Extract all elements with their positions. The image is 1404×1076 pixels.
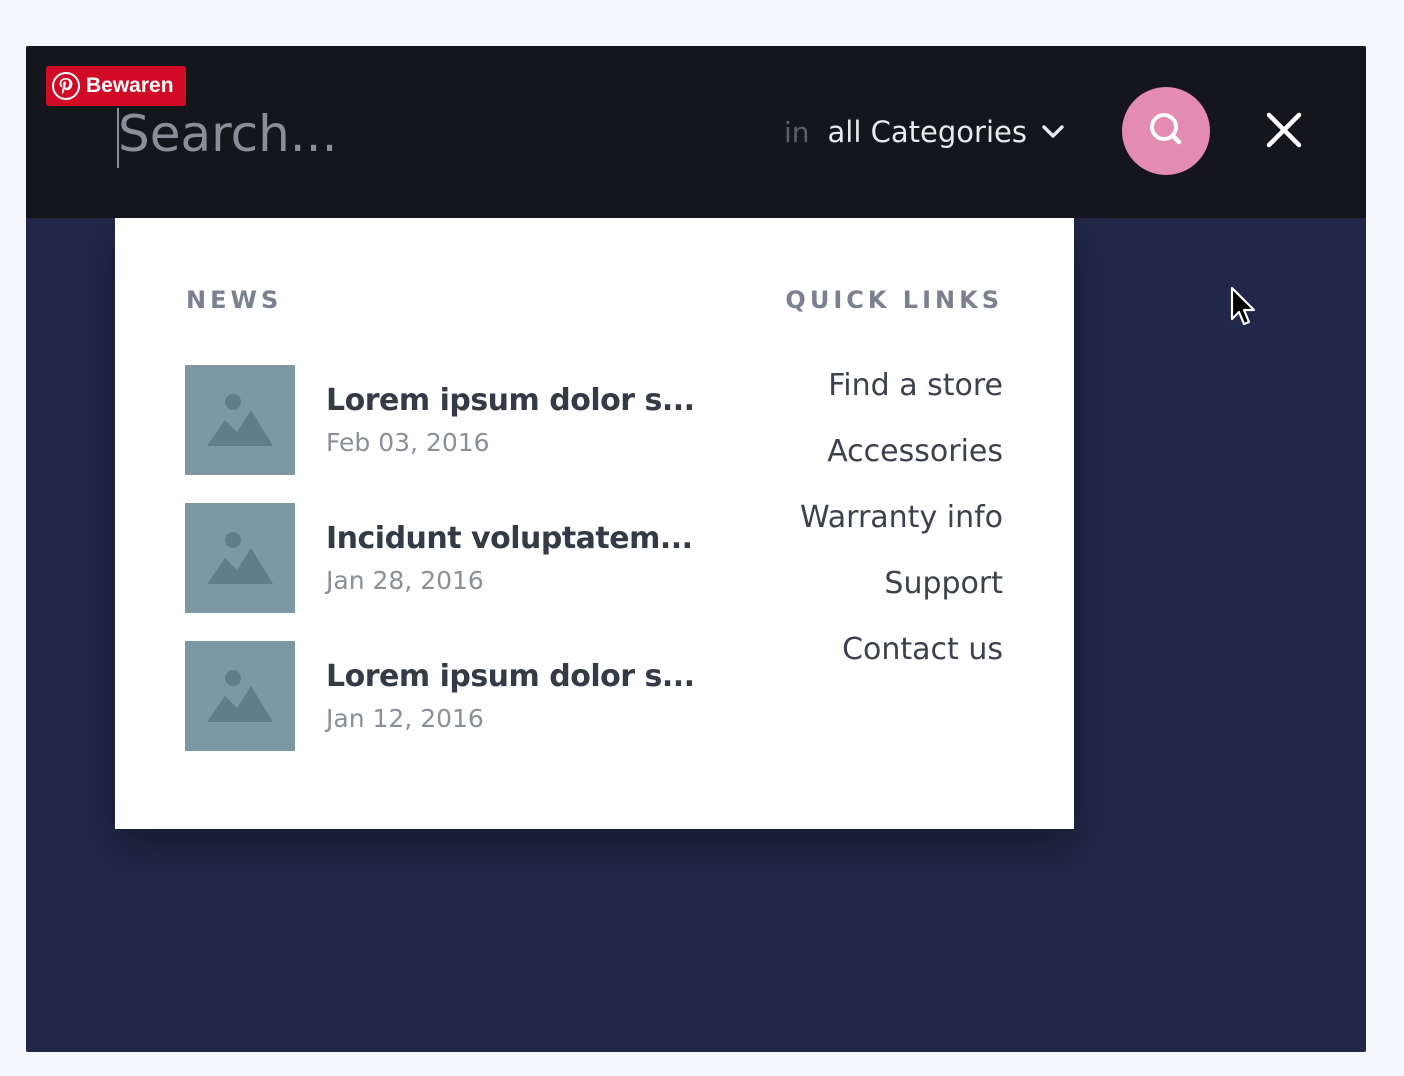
pinterest-save-label: Bewaren <box>86 74 174 97</box>
quick-link-support[interactable]: Support <box>800 564 1003 630</box>
pinterest-icon <box>52 72 80 100</box>
search-input[interactable] <box>118 102 758 166</box>
news-date: Jan 12, 2016 <box>326 704 484 733</box>
news-item[interactable]: Incidunt voluptatem... Jan 28, 2016 <box>185 503 705 613</box>
quick-links-list: Find a store Accessories Warranty info S… <box>800 366 1003 696</box>
news-date: Feb 03, 2016 <box>326 428 490 457</box>
news-item[interactable]: Lorem ipsum dolor s... Feb 03, 2016 <box>185 365 705 475</box>
news-date: Jan 28, 2016 <box>326 566 484 595</box>
pinterest-save-button[interactable]: Bewaren <box>46 66 186 106</box>
search-suggestions-panel: NEWS Lorem ipsum dolor s... Feb 03, 2016 <box>115 218 1074 829</box>
news-item[interactable]: Lorem ipsum dolor s... Jan 12, 2016 <box>185 641 705 751</box>
category-in-label: in <box>784 115 810 149</box>
quick-link-contact-us[interactable]: Contact us <box>800 630 1003 696</box>
news-headline: Incidunt voluptatem... <box>326 521 693 556</box>
search-icon <box>1146 109 1186 153</box>
search-button[interactable] <box>1122 87 1210 175</box>
category-select[interactable]: in all Categories <box>784 110 1065 154</box>
news-heading: NEWS <box>186 286 283 314</box>
news-headline: Lorem ipsum dolor s... <box>326 383 695 418</box>
quick-link-warranty-info[interactable]: Warranty info <box>800 498 1003 564</box>
chevron-down-icon <box>1041 124 1065 140</box>
search-bar: Bewaren in all Categories <box>26 46 1366 218</box>
news-headline: Lorem ipsum dolor s... <box>326 659 695 694</box>
mouse-pointer-icon <box>1229 286 1259 330</box>
image-placeholder-icon <box>185 503 295 613</box>
close-button[interactable] <box>1262 110 1306 154</box>
image-placeholder-icon <box>185 365 295 475</box>
quick-link-find-a-store[interactable]: Find a store <box>800 366 1003 432</box>
image-placeholder-icon <box>185 641 295 751</box>
app-frame: Bewaren in all Categories <box>26 46 1366 1052</box>
close-icon <box>1266 112 1302 152</box>
quick-link-accessories[interactable]: Accessories <box>800 432 1003 498</box>
quick-links-heading: QUICK LINKS <box>785 286 1003 314</box>
category-value: all Categories <box>827 115 1027 149</box>
